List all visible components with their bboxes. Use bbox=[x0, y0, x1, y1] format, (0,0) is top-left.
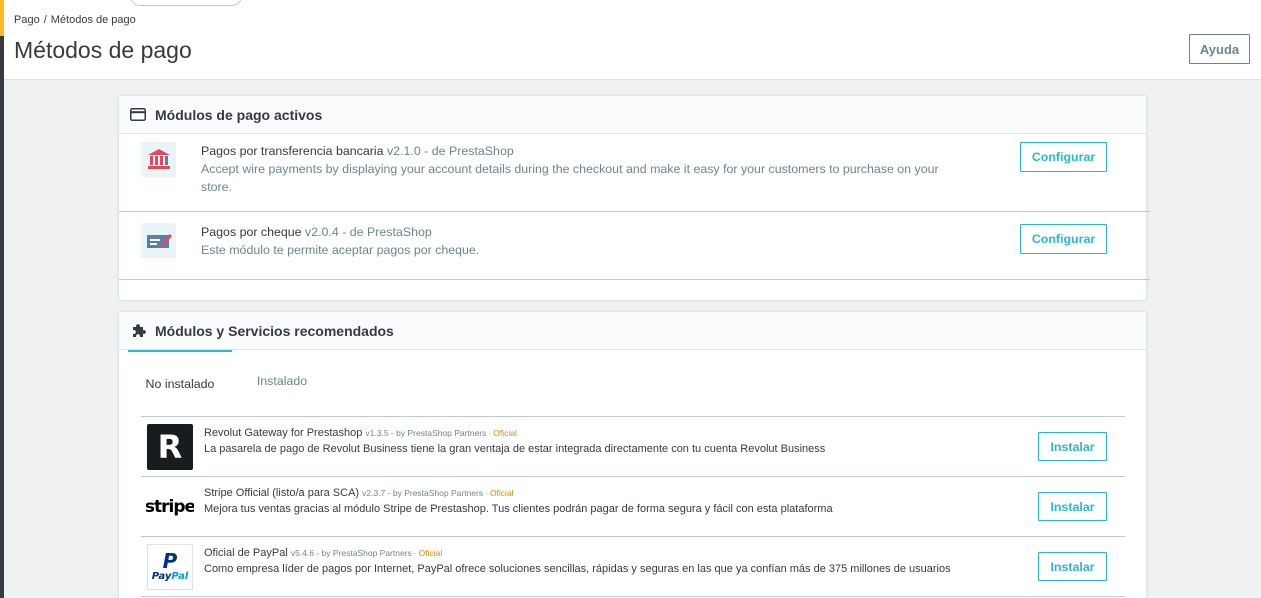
list-item: R Revolut Gateway for Prestashop v1.3.5 … bbox=[141, 417, 1125, 477]
list-item: P PayPal Oficial de PayPal v5.4.6 - by P… bbox=[141, 537, 1125, 597]
puzzle-icon bbox=[129, 322, 147, 340]
separator: - bbox=[485, 488, 488, 498]
header-search-pill[interactable] bbox=[130, 0, 242, 6]
credit-card-icon bbox=[129, 106, 147, 124]
install-button[interactable]: Instalar bbox=[1038, 432, 1107, 461]
module-info: Pagos por cheque v2.0.4 - de PrestaShop … bbox=[201, 223, 971, 259]
revolut-logo-letter: R bbox=[147, 424, 193, 470]
module-name: Revolut Gateway for Prestashop bbox=[204, 427, 363, 439]
install-button[interactable]: Instalar bbox=[1038, 492, 1107, 521]
card-title: Módulos de pago activos bbox=[155, 106, 323, 123]
configure-button[interactable]: Configurar bbox=[1020, 142, 1107, 172]
official-badge: Oficial bbox=[489, 488, 514, 498]
card-header: Módulos de pago activos bbox=[119, 96, 1146, 134]
module-tabs: No instalado Instalado bbox=[128, 350, 1138, 394]
recommended-list: R Revolut Gateway for Prestashop v1.3.5 … bbox=[141, 416, 1125, 597]
module-row-cheque: Pagos por cheque v2.0.4 - de PrestaShop … bbox=[119, 212, 1150, 280]
page-header: Pago / Métodos de pago Métodos de pago Ayu… bbox=[4, 0, 1261, 80]
module-row-bankwire: Pagos por transferencia bancaria v2.1.0 … bbox=[119, 134, 1150, 212]
module-info: Pagos por transferencia bancaria v2.1.0 … bbox=[201, 142, 971, 196]
module-description: La pasarela de pago de Revolut Business … bbox=[204, 443, 826, 455]
module-version: v2.1.0 - de PrestaShop bbox=[386, 144, 514, 158]
page-title: Métodos de pago bbox=[14, 37, 192, 63]
cheque-icon bbox=[141, 223, 176, 258]
module-name: Stripe Official (listo/a para SCA) bbox=[204, 487, 360, 499]
module-info: Revolut Gateway for Prestashop v1.3.5 - … bbox=[204, 425, 1064, 457]
paypal-logo-pal: Pal bbox=[171, 571, 189, 582]
module-name: Pagos por cheque bbox=[201, 225, 302, 239]
admin-sidebar-edge bbox=[0, 0, 4, 598]
stripe-logo-icon: stripe bbox=[146, 483, 194, 531]
module-description: Accept wire payments by displaying your … bbox=[201, 162, 939, 194]
card-header: Módulos y Servicios recomendados bbox=[119, 312, 1146, 350]
module-description: Como empresa líder de pagos por Internet… bbox=[204, 563, 951, 575]
module-description: Mejora tus ventas gracias al módulo Stri… bbox=[204, 503, 833, 515]
module-info: Oficial de PayPal v5.4.6 - by PrestaShop… bbox=[204, 545, 1064, 577]
module-version: v2.0.4 - de PrestaShop bbox=[305, 225, 432, 239]
help-button[interactable]: Ayuda bbox=[1189, 34, 1250, 64]
breadcrumb-separator: / bbox=[43, 14, 47, 26]
module-name: Oficial de PayPal bbox=[204, 547, 288, 559]
module-version: v5.4.6 - by PrestaShop Partners bbox=[290, 548, 412, 558]
separator: - bbox=[413, 548, 417, 558]
breadcrumb: Pago / Métodos de pago bbox=[14, 14, 136, 26]
separator: - bbox=[488, 428, 492, 438]
revolut-logo-icon: R bbox=[146, 423, 194, 471]
module-name: Pagos por transferencia bancaria bbox=[201, 144, 384, 158]
install-button[interactable]: Instalar bbox=[1038, 552, 1107, 581]
module-info: Stripe Official (listo/a para SCA) v2.3.… bbox=[204, 485, 1064, 517]
official-badge: Oficial bbox=[418, 548, 443, 558]
paypal-logo-icon: P PayPal bbox=[146, 543, 194, 591]
official-badge: Oficial bbox=[493, 428, 517, 438]
list-item: stripe Stripe Official (listo/a para SCA… bbox=[141, 477, 1125, 537]
configure-button[interactable]: Configurar bbox=[1020, 224, 1107, 254]
module-version: v2.3.7 - by PrestaShop Partners bbox=[362, 488, 484, 498]
tab-installed[interactable]: Instalado bbox=[232, 350, 332, 394]
module-version: v1.3.5 - by PrestaShop Partners bbox=[365, 428, 487, 438]
stripe-logo-text: stripe bbox=[146, 497, 194, 517]
card-title: Módulos y Servicios recomendados bbox=[155, 322, 394, 339]
breadcrumb-item-current: Métodos de pago bbox=[50, 14, 136, 26]
bank-icon bbox=[141, 142, 176, 177]
tab-not-installed[interactable]: No instalado bbox=[128, 350, 232, 394]
paypal-logo-pay: Pay bbox=[151, 571, 172, 582]
breadcrumb-item-pago[interactable]: Pago bbox=[14, 14, 40, 26]
module-description: Este módulo te permite aceptar pagos por… bbox=[201, 243, 480, 257]
paypal-logo-letter: P bbox=[162, 549, 178, 573]
active-modules-card: Módulos de pago activos Pagos por transf… bbox=[118, 95, 1150, 301]
recommended-modules-card: Módulos y Servicios recomendados No inst… bbox=[118, 311, 1147, 598]
